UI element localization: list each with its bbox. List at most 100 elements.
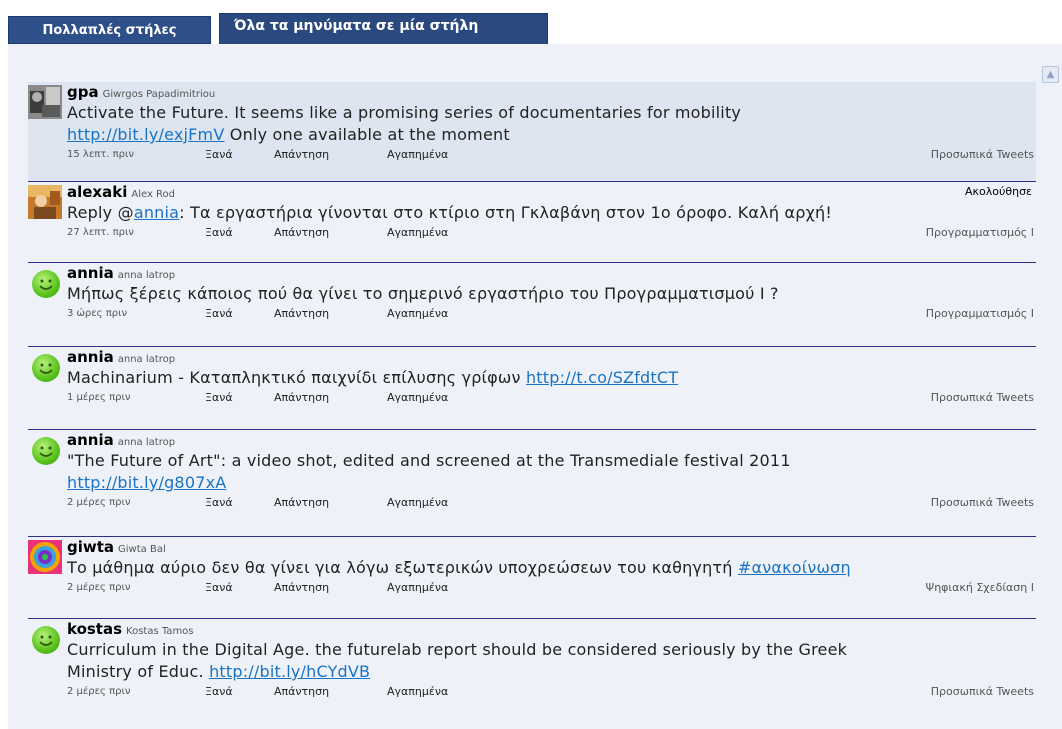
timestamp: 2 μέρες πριν	[67, 686, 131, 697]
favorite-button[interactable]: Αγαπημένα	[387, 305, 448, 323]
username-link[interactable]: annia	[67, 264, 114, 282]
hashtag-link[interactable]: #ανακοίνωση	[738, 558, 851, 577]
timestamp: 2 μέρες πριν	[67, 497, 131, 508]
mention-link[interactable]: annia	[134, 203, 179, 222]
full-name: anna latrop	[117, 270, 176, 281]
avatar[interactable]	[28, 433, 62, 467]
tweet-meta: 27 λεπτ. πριν Ξανά Απάντηση Αγαπημένα Πρ…	[67, 224, 1036, 242]
list-label: Προσωπικά Tweets	[930, 391, 1034, 404]
timestamp: 15 λεπτ. πριν	[67, 149, 134, 160]
swirl-avatar-icon	[28, 540, 62, 574]
smiley-face-icon	[39, 446, 53, 457]
list-label: Προσωπικά Tweets	[930, 685, 1034, 698]
tweet-link[interactable]: http://t.co/SZfdtCT	[526, 368, 678, 387]
reply-button[interactable]: Απάντηση	[274, 305, 329, 323]
tweet-item[interactable]: gpa Giwrgos Papadimitriou Activate the Fu…	[28, 82, 1036, 182]
username-link[interactable]: annia	[67, 348, 114, 366]
avatar[interactable]	[28, 185, 62, 219]
tweet-text: Activate the Future. It seems like a pro…	[67, 103, 742, 122]
list-label: Ψηφιακή Σχεδίαση Ι	[925, 581, 1034, 594]
favorite-button[interactable]: Αγαπημένα	[387, 146, 448, 164]
scrollbar[interactable]: ▲	[1040, 64, 1060, 729]
tweet-meta: 2 μέρες πριν Ξανά Απάντηση Αγαπημένα Προ…	[67, 683, 1036, 701]
favorite-button[interactable]: Αγαπημένα	[387, 683, 448, 701]
tweet-item[interactable]: kostas Kostas Tamos Curriculum in the Dig…	[28, 619, 1036, 729]
list-label: Προγραμματισμός Ι	[925, 226, 1034, 239]
timestamp: 3 ώρες πριν	[67, 308, 128, 319]
full-name: anna latrop	[117, 437, 176, 448]
tweet-text: Machinarium - Καταπληκτικό παιχνίδι επίλ…	[67, 368, 679, 387]
column-tabs: Πολλαπλές στήλες Όλα τα μηνύματα σε μία …	[8, 13, 548, 45]
smiley-face-icon	[39, 279, 53, 290]
full-name: Giwrgos Papadimitriou	[102, 89, 216, 100]
username-link[interactable]: gpa	[67, 83, 99, 101]
reply-button[interactable]: Απάντηση	[274, 683, 329, 701]
tweet-meta: 2 μέρες πριν Ξανά Απάντηση Αγαπημένα Προ…	[67, 494, 1036, 512]
scroll-up-icon[interactable]: ▲	[1042, 66, 1059, 83]
favorite-button[interactable]: Αγαπημένα	[387, 494, 448, 512]
avatar[interactable]	[28, 85, 62, 119]
retweet-button[interactable]: Ξανά	[205, 305, 233, 323]
tweet-link[interactable]: http://bit.ly/hCYdVB	[209, 662, 370, 681]
tweet-meta: 2 μέρες πριν Ξανά Απάντηση Αγαπημένα Ψηφ…	[67, 579, 1036, 597]
tweet-text: Το μάθημα αύριο δεν θα γίνει για λόγω εξ…	[67, 558, 851, 577]
timestamp: 27 λεπτ. πριν	[67, 227, 134, 238]
avatar[interactable]	[28, 350, 62, 384]
tweet-item[interactable]: annia anna latrop Machinarium - Καταπληκτ…	[28, 347, 1036, 430]
username-link[interactable]: annia	[67, 431, 114, 449]
list-label: Προσωπικά Tweets	[930, 148, 1034, 161]
tab-single-column[interactable]: Όλα τα μηνύματα σε μία στήλη	[219, 13, 548, 44]
favorite-button[interactable]: Αγαπημένα	[387, 224, 448, 242]
tweet-text: Reply @annia: Τα εργαστήρια γίνονται στο…	[67, 203, 832, 222]
full-name: Alex Rod	[131, 189, 176, 200]
avatar[interactable]	[28, 540, 62, 574]
timestamp: 1 μέρες πριν	[67, 392, 131, 403]
tweet-item[interactable]: annia anna latrop "The Future of Art": a …	[28, 430, 1036, 537]
reply-button[interactable]: Απάντηση	[274, 224, 329, 242]
username-link[interactable]: alexaki	[67, 183, 127, 201]
timestamp: 2 μέρες πριν	[67, 582, 131, 593]
full-name: Kostas Tamos	[126, 626, 194, 637]
follow-button[interactable]: Ακολούθησε	[965, 182, 1032, 202]
user-photo-icon	[28, 185, 62, 219]
tweet-meta: 1 μέρες πριν Ξανά Απάντηση Αγαπημένα Προ…	[67, 389, 1036, 407]
retweet-button[interactable]: Ξανά	[205, 494, 233, 512]
tweet-text-line2: Ministry of Educ. http://bit.ly/hCYdVB	[67, 662, 371, 681]
avatar[interactable]	[28, 622, 62, 656]
favorite-button[interactable]: Αγαπημένα	[387, 579, 448, 597]
tweet-meta: 15 λεπτ. πριν Ξανά Απάντηση Αγαπημένα Πρ…	[67, 146, 1036, 164]
reply-button[interactable]: Απάντηση	[274, 389, 329, 407]
favorite-button[interactable]: Αγαπημένα	[387, 389, 448, 407]
retweet-button[interactable]: Ξανά	[205, 146, 233, 164]
list-label: Προγραμματισμός Ι	[925, 307, 1034, 320]
avatar[interactable]	[28, 266, 62, 300]
tweet-item[interactable]: giwta Giwta Bal Το μάθημα αύριο δεν θα γί…	[28, 537, 1036, 619]
reply-button[interactable]: Απάντηση	[274, 146, 329, 164]
retweet-button[interactable]: Ξανά	[205, 579, 233, 597]
tweet-link[interactable]: http://bit.ly/exjFmV	[67, 125, 225, 144]
retweet-button[interactable]: Ξανά	[205, 683, 233, 701]
tweet-text-line2: http://bit.ly/g807xA	[67, 472, 1036, 494]
username-link[interactable]: kostas	[67, 620, 122, 638]
user-photo-icon	[28, 85, 62, 119]
tweet-text-line2: http://bit.ly/exjFmV Only one available …	[67, 125, 510, 144]
smiley-face-icon	[39, 363, 53, 374]
reply-button[interactable]: Απάντηση	[274, 579, 329, 597]
tweet-text: Curriculum in the Digital Age. the futur…	[67, 640, 848, 659]
full-name: Giwta Bal	[118, 544, 166, 555]
username-link[interactable]: giwta	[67, 538, 114, 556]
retweet-button[interactable]: Ξανά	[205, 224, 233, 242]
smiley-face-icon	[39, 635, 53, 646]
tweet-feed: gpa Giwrgos Papadimitriou Activate the Fu…	[28, 82, 1036, 729]
tweet-item[interactable]: alexaki Alex Rod Ακολούθησε Reply @annia:…	[28, 182, 1036, 263]
retweet-button[interactable]: Ξανά	[205, 389, 233, 407]
tweet-meta: 3 ώρες πριν Ξανά Απάντηση Αγαπημένα Προγ…	[67, 305, 1036, 323]
tab-multiple-columns[interactable]: Πολλαπλές στήλες	[8, 16, 211, 44]
list-label: Προσωπικά Tweets	[930, 496, 1034, 509]
tweet-item[interactable]: annia anna latrop Μήπως ξέρεις κάποιος πο…	[28, 263, 1036, 347]
tweet-text: "The Future of Art": a video shot, edite…	[67, 451, 791, 470]
main-panel: gpa Giwrgos Papadimitriou Activate the Fu…	[8, 44, 1062, 729]
reply-button[interactable]: Απάντηση	[274, 494, 329, 512]
tweet-link[interactable]: http://bit.ly/g807xA	[67, 473, 226, 492]
full-name: anna latrop	[117, 354, 176, 365]
